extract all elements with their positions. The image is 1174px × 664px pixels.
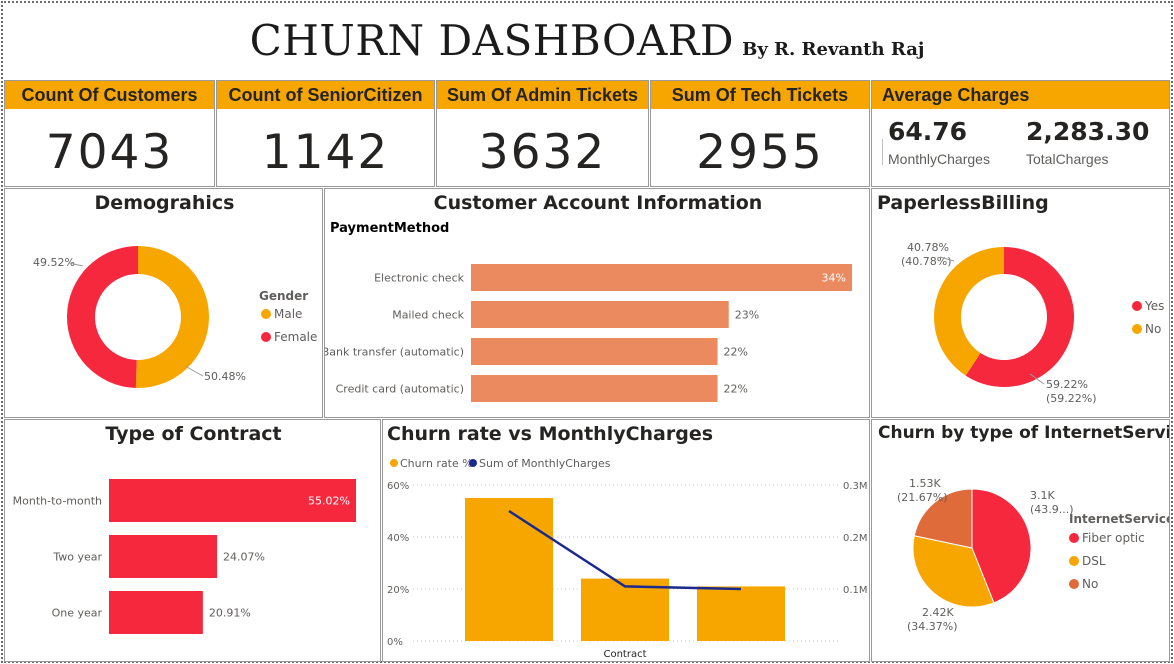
average-charges-label: Average Charges [872,81,1169,109]
demographics-slice-male[interactable] [135,246,209,388]
monthly-charges-value: 64.76 [888,117,968,146]
contract-data-label: 24.07% [223,551,265,564]
contract-bar-one-year[interactable] [109,591,203,634]
legend-label-yes: Yes [1144,299,1164,313]
y-axis-tick-right: 0.3M [843,481,868,492]
legend-dot-churn-rate [390,459,398,467]
contract-category-label: Two year [52,551,102,564]
kpi-card-customers[interactable]: Count Of Customers 7043 [4,80,215,187]
legend-label-churn-rate: Churn rate % [400,457,473,470]
legend-title-gender: Gender [259,289,308,303]
kpi-card-admin-tickets[interactable]: Sum Of Admin Tickets 3632 [436,80,649,187]
internet-label-no-pct: (21.67%) [897,491,948,504]
contract-category-label: One year [52,607,103,620]
kpi-value: 3632 [478,125,607,180]
paperless-label-no: 40.78% [907,241,949,254]
paperless-label-no-pct: (40.78%) [901,255,952,268]
account-chart: Electronic check 34% Mailed check 23% Bank t… [325,264,852,402]
account-bar-credit-card-automatic[interactable] [471,375,718,402]
legend-dot-no-internet [1069,579,1079,589]
churn-rate-bar[interactable] [697,586,785,641]
dashboard-byline: By R. Revanth Raj [742,39,925,60]
account-category-label: Bank transfer (automatic) [325,346,464,359]
churn-monthly-chart: Churn rate % Sum of MonthlyCharges 0% 20%… [387,457,868,660]
dashboard-title: CHURN DASHBOARD [249,16,735,65]
legend-dot-yes [1132,301,1142,311]
kpi-card-senior[interactable]: Count of SeniorCitizen 1142 [216,80,435,187]
contract-bar-two-year[interactable] [109,535,218,578]
account-data-label: 22% [724,346,748,359]
kpi-label: Count of SeniorCitizen [217,81,434,109]
y-axis-tick-right: 0.1M [843,585,868,596]
churn-rate-bar[interactable] [465,498,553,641]
paperless-card[interactable]: PaperlessBilling 40.78% (40.78%) 59.22% … [871,188,1170,418]
demographics-label-male: 50.48% [204,370,246,383]
legend-label-no: No [1145,322,1161,336]
legend-dot-monthly-charges [469,459,477,467]
y-axis-tick-left: 60% [387,481,409,492]
kpi-label: Sum Of Admin Tickets [437,81,648,109]
account-category-label: Electronic check [374,272,465,285]
total-charges-label: TotalCharges [1026,151,1109,167]
kpi-value: 2955 [696,125,824,180]
legend-label-fiber: Fiber optic [1082,531,1145,545]
internet-label-dsl-pct: (34.37%) [907,620,958,633]
account-card[interactable]: Customer Account Information PaymentMeth… [324,188,870,418]
paperless-chart: 40.78% (40.78%) 59.22% (59.22%) Yes No [901,241,1164,405]
account-data-label: 23% [735,309,759,322]
demographics-label-female: 49.52% [33,256,75,269]
account-category-label: Mailed check [392,309,464,322]
internet-label-fiber: 3.1K [1030,489,1055,502]
y-axis-tick-left: 20% [387,585,409,596]
kpi-value: 7043 [45,125,174,180]
demographics-card[interactable]: Demograhics 49.52% 50.48% Gender Male Fe… [4,188,323,418]
legend-label-male: Male [274,307,302,321]
account-bar-electronic-check[interactable] [471,264,852,291]
contract-card[interactable]: Type of Contract Month-to-month 55.02% Two… [4,419,381,662]
kpi-label: Sum Of Tech Tickets [651,81,869,109]
account-data-label: 34% [822,272,846,285]
demographics-leader-male [184,365,204,377]
average-charges-card[interactable]: Average Charges 64.76 MonthlyCharges 2,2… [871,80,1170,187]
kpi-label: Count Of Customers [5,81,214,109]
y-axis-tick-left: 40% [387,533,409,544]
legend-label-no-internet: No [1082,577,1098,591]
y-axis-tick-right: 0.2M [843,533,868,544]
paperless-label-yes-pct: (59.22%) [1046,392,1097,405]
paperless-label-yes: 59.22% [1046,378,1088,391]
account-category-label: Credit card (automatic) [336,383,464,396]
demographics-slice-female[interactable] [66,246,138,388]
contract-data-label: 55.02% [308,495,350,508]
contract-data-label: 20.91% [209,607,251,620]
internet-label-dsl: 2.42K [922,606,954,619]
legend-dot-dsl [1069,556,1079,566]
account-bar-mailed-check[interactable] [471,301,729,328]
churn-monthly-card[interactable]: Churn rate vs MonthlyCharges Churn rate … [382,419,870,662]
legend-label-dsl: DSL [1082,554,1106,568]
account-bar-bank-transfer-automatic[interactable] [471,338,718,365]
legend-dot-no [1132,324,1142,334]
internet-card[interactable]: Churn by type of InternetService 1.53K (… [871,419,1170,662]
internet-label-fiber-pct: (43.9...) [1030,503,1074,516]
demographics-chart: 49.52% 50.48% Gender Male Female [33,246,317,388]
legend-dot-female [261,332,271,342]
kpi-divider [882,139,883,165]
account-data-label: 22% [724,383,748,396]
legend-label-female: Female [274,330,317,344]
total-charges-value: 2,283.30 [1026,117,1150,146]
legend-dot-fiber [1069,533,1079,543]
legend-dot-male [261,309,271,319]
y-axis-tick-left: 0% [387,637,403,648]
internet-chart: 1.53K (21.67%) 3.1K (43.9...) 2.42K (34.… [897,477,1170,633]
contract-category-label: Month-to-month [13,495,102,508]
legend-label-monthly-charges: Sum of MonthlyCharges [479,457,611,470]
x-axis-label: Contract [603,649,646,660]
kpi-value: 1142 [261,125,390,180]
internet-label-no: 1.53K [909,477,941,490]
contract-chart: Month-to-month 55.02% Two year 24.07% One ye… [13,479,356,634]
monthly-charges-label: MonthlyCharges [888,151,990,167]
dashboard-header: CHURN DASHBOARD By R. Revanth Raj [4,4,1170,78]
kpi-card-tech-tickets[interactable]: Sum Of Tech Tickets 2955 [650,80,870,187]
legend-title-internet: InternetService [1069,512,1170,526]
